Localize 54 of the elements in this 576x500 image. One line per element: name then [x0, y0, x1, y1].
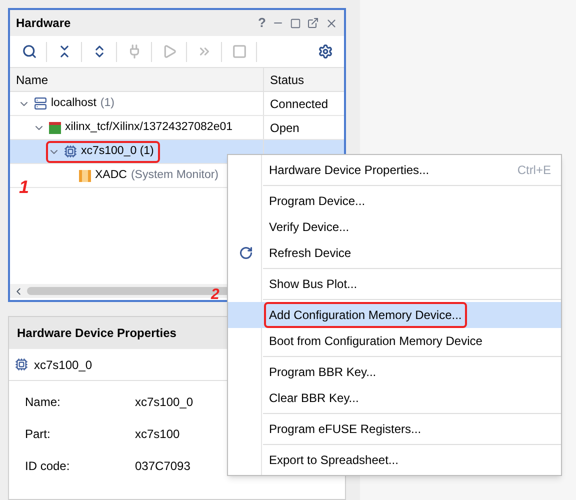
search-icon[interactable] — [22, 44, 36, 59]
annotation-mark: 2 — [211, 287, 220, 302]
chip-icon — [15, 358, 28, 371]
maximize-icon[interactable] — [290, 18, 301, 28]
panel-title: Hardware — [16, 15, 72, 32]
status-text: Connected — [270, 96, 328, 112]
property-label: Name: — [25, 394, 62, 411]
menu-item-label: Boot from Configuration Memory Device — [268, 333, 484, 350]
menu-item-label: Program eFUSE Registers... — [268, 421, 422, 438]
menu-item[interactable]: Verify Device... — [228, 214, 561, 240]
settings-icon[interactable] — [318, 44, 332, 59]
property-label: ID code: — [25, 458, 71, 475]
tree-row[interactable]: localhost (1) Connected — [10, 92, 344, 116]
menu-item[interactable]: Boot from Configuration Memory Device — [228, 328, 561, 354]
tree-row[interactable]: xilinx_tcf/Xilinx/13724327082e01 Open — [10, 116, 344, 140]
node-note: (System Monitor) — [130, 168, 218, 183]
menu-item-label: Show Bus Plot... — [268, 276, 358, 293]
panel-title: Hardware Device Properties — [17, 325, 176, 342]
menu-item-label: Program BBR Key... — [268, 364, 378, 381]
server-icon — [34, 97, 47, 110]
shortcut-text: Ctrl+E — [517, 162, 552, 179]
node-label: xilinx_tcf/Xilinx/13724327082e01 — [65, 120, 233, 135]
menu-item[interactable]: Program eFUSE Registers... — [228, 416, 561, 442]
property-value: 037C7093 — [135, 458, 190, 475]
menu-item[interactable]: Export to Spreadsheet... — [228, 447, 561, 473]
column-header[interactable]: Status — [264, 68, 344, 91]
node-label: localhost — [51, 96, 96, 111]
node-label: XADC — [95, 168, 127, 183]
menu-item-label: Verify Device... — [268, 219, 350, 236]
property-value: xc7s100_0 — [135, 394, 194, 411]
menu-item-label: Add Configuration Memory Device... — [264, 302, 467, 328]
menu-item[interactable]: Show Bus Plot... — [228, 271, 561, 297]
menu-item[interactable]: Program BBR Key... — [228, 359, 561, 385]
menu-item[interactable]: Clear BBR Key... — [228, 385, 561, 411]
menu-item[interactable]: Program Device... — [228, 188, 561, 214]
node-label: xc7s100_0 (1) — [81, 144, 154, 159]
status-text: Open — [270, 120, 300, 136]
menu-item[interactable]: Refresh Device — [228, 240, 561, 266]
float-icon[interactable] — [307, 17, 319, 29]
chip-icon — [64, 145, 77, 158]
menu-item[interactable]: Add Configuration Memory Device... — [228, 302, 561, 328]
property-value: xc7s100 — [135, 426, 180, 443]
menu-item-label: Refresh Device — [268, 245, 352, 262]
device-name: xc7s100_0 — [34, 356, 92, 374]
column-header[interactable]: Name — [10, 68, 264, 91]
node-count: (1) — [100, 96, 114, 111]
menu-item-label: Clear BBR Key... — [268, 390, 360, 407]
help-button[interactable]: ? — [258, 13, 266, 33]
refresh-icon — [239, 246, 253, 260]
board-icon — [49, 122, 61, 134]
menu-item-label: Export to Spreadsheet... — [268, 452, 400, 469]
close-icon[interactable] — [325, 16, 338, 30]
property-label: Part: — [25, 426, 52, 443]
menu-item-label: Program Device... — [268, 193, 366, 210]
